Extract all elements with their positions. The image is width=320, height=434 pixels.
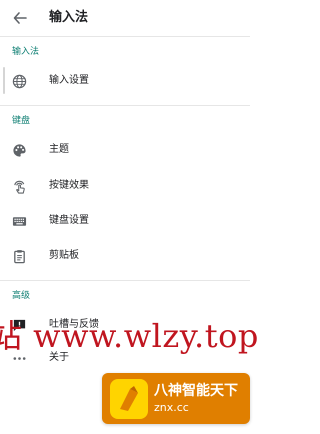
app-bar: 输入法 [0, 0, 250, 36]
page-title: 输入法 [49, 10, 89, 25]
appbar-divider [0, 36, 250, 37]
touch-ripple-icon [11, 178, 27, 194]
badge-title: 八神智能天下 [154, 383, 238, 399]
list-item-input-settings[interactable]: 输入设置 [0, 64, 250, 98]
section-divider [0, 280, 250, 281]
theme-label: 主题 [49, 144, 69, 155]
list-item-theme[interactable]: 主题 [0, 133, 250, 167]
list-item-clipboard[interactable]: 剪贴板 [0, 239, 250, 273]
key-effects-label: 按键效果 [49, 180, 89, 191]
globe-icon [11, 73, 27, 89]
section-header-keyboard: 键盘 [12, 116, 31, 126]
badge-logo-icon [110, 379, 148, 419]
clipboard-label: 剪贴板 [49, 250, 79, 261]
back-arrow-icon[interactable] [10, 8, 30, 28]
section-header-advanced: 高级 [12, 291, 31, 301]
watermark-badge: 八神智能天下 znx.cc [102, 373, 250, 424]
section-divider [0, 105, 250, 106]
watermark-text: 站 www.wlzy.top [0, 317, 259, 355]
input-settings-label: 输入设置 [49, 75, 89, 86]
list-item-key-effects[interactable]: 按键效果 [0, 169, 250, 203]
keyboard-settings-label: 键盘设置 [49, 215, 89, 226]
keyboard-icon [11, 213, 27, 229]
palette-icon [11, 142, 27, 158]
badge-url: znx.cc [154, 401, 189, 414]
scrollbar[interactable] [3, 67, 5, 94]
clipboard-icon [11, 248, 27, 264]
section-header-ime: 输入法 [12, 47, 40, 57]
list-item-keyboard-settings[interactable]: 键盘设置 [0, 204, 250, 238]
